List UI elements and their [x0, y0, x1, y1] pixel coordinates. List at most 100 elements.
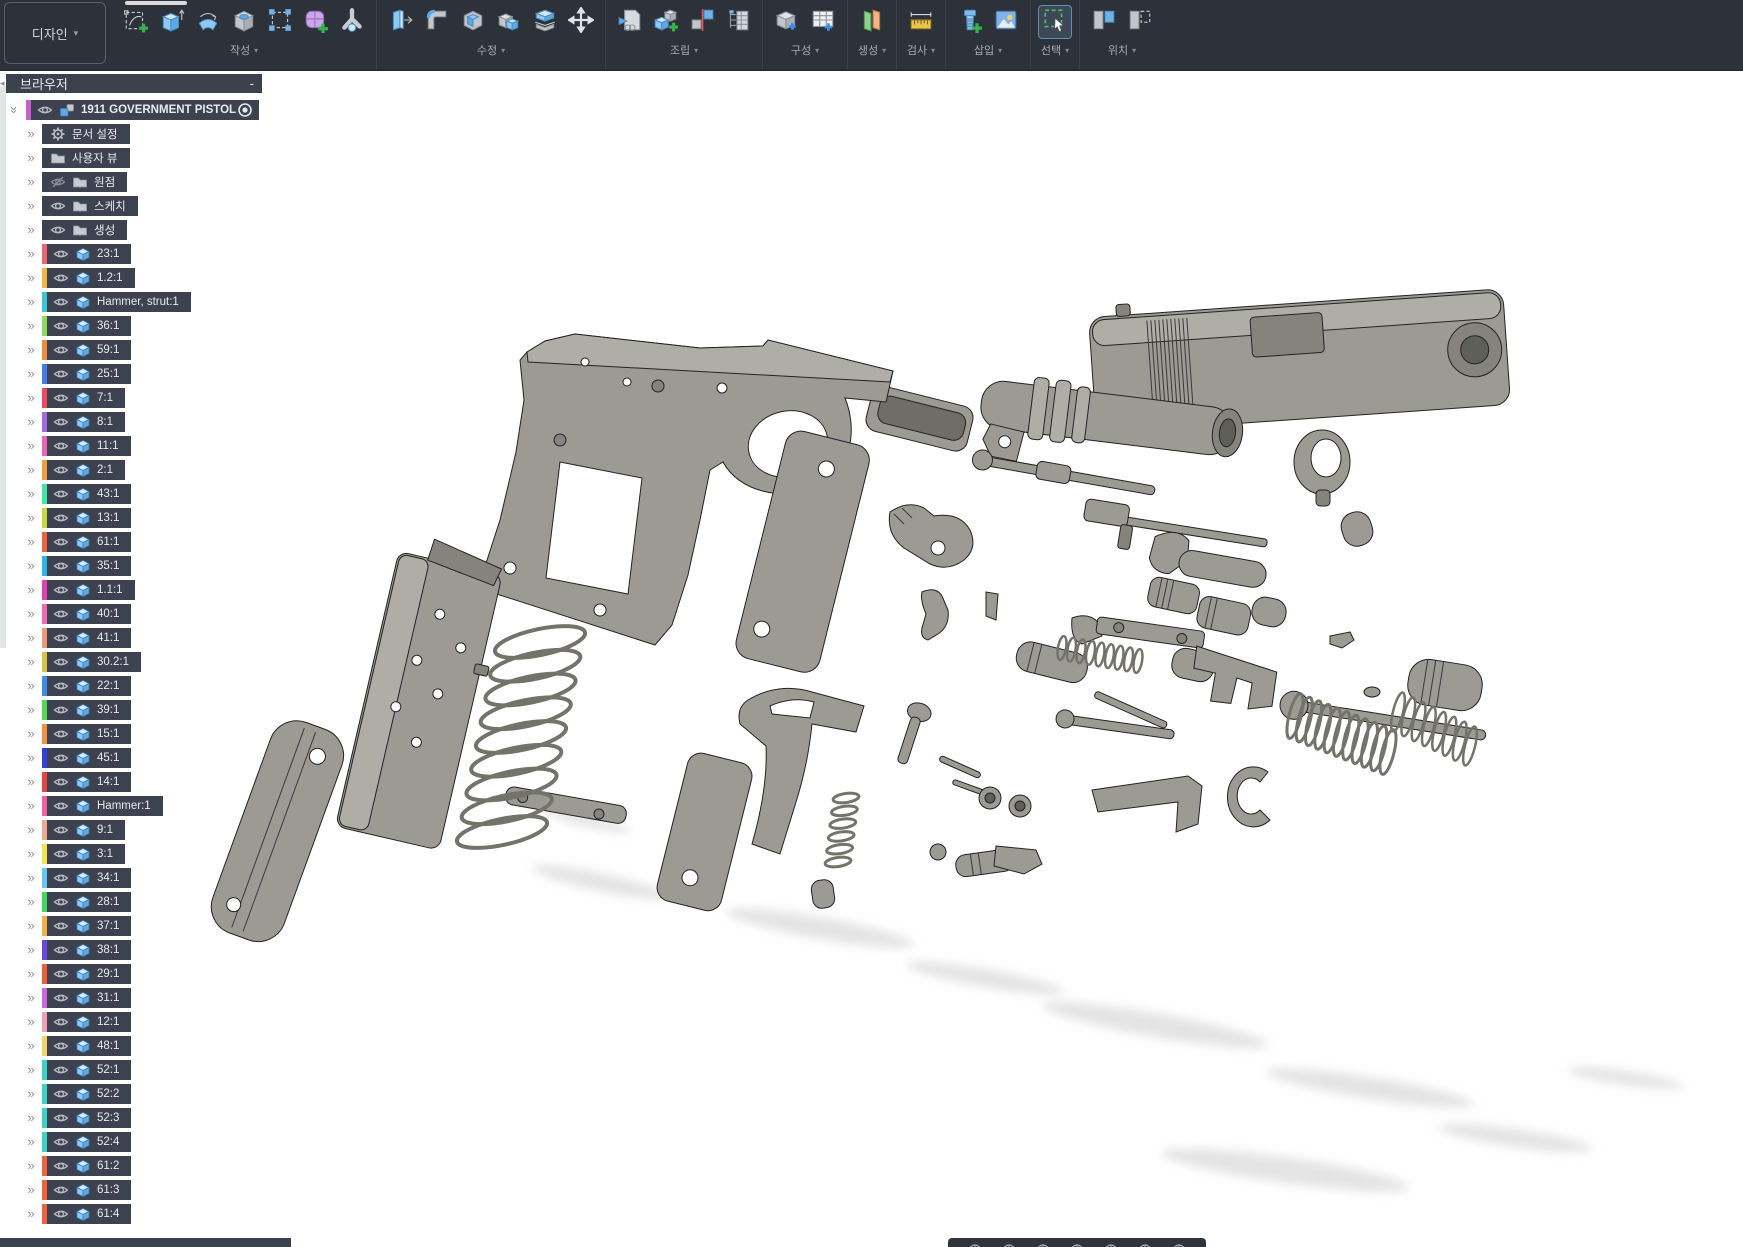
visibility-eye-icon[interactable]	[53, 1182, 69, 1198]
small-pin-part[interactable]	[1364, 687, 1380, 697]
chevron-collapsed-icon[interactable]: »	[24, 844, 38, 864]
visibility-eye-icon[interactable]	[53, 342, 69, 358]
visibility-eye-icon[interactable]	[53, 390, 69, 406]
chevron-collapsed-icon[interactable]: »	[24, 1108, 38, 1128]
tree-row-component[interactable]: »35:1	[24, 556, 131, 576]
chevron-collapsed-icon[interactable]: »	[24, 196, 38, 216]
revolve-button[interactable]	[192, 6, 224, 38]
fillet-button[interactable]	[421, 6, 453, 38]
tree-item-chip[interactable]: 문서 설정	[42, 124, 130, 144]
visibility-eye-icon[interactable]	[53, 774, 69, 790]
visibility-eye-icon[interactable]	[53, 606, 69, 622]
mainspring-housing-part[interactable]	[203, 713, 351, 949]
visibility-eye-icon[interactable]	[53, 966, 69, 982]
chevron-collapsed-icon[interactable]: »	[24, 820, 38, 840]
tree-item-chip[interactable]: 61:1	[42, 532, 131, 552]
small-wedge-part[interactable]	[1330, 632, 1354, 648]
toolbar-group-label[interactable]: 구성▾	[791, 42, 819, 58]
tree-row-component[interactable]: »Hammer:1	[24, 796, 163, 816]
small-button-part[interactable]	[930, 844, 946, 860]
tree-item-chip[interactable]: 61:4	[42, 1204, 131, 1224]
extrude-button[interactable]	[156, 6, 188, 38]
measure-button[interactable]	[905, 6, 937, 38]
barrel-link-part[interactable]	[1227, 767, 1270, 827]
press-pull-button[interactable]	[385, 6, 417, 38]
chevron-collapsed-icon[interactable]: »	[24, 940, 38, 960]
chevron-collapsed-icon[interactable]: »	[24, 124, 38, 144]
visibility-eye-icon[interactable]	[53, 1014, 69, 1030]
visibility-eye-icon[interactable]	[50, 198, 66, 214]
visibility-eye-icon[interactable]	[53, 894, 69, 910]
tree-item-chip[interactable]: 원점	[42, 172, 127, 192]
screwhead1-part[interactable]	[979, 787, 1001, 809]
chevron-collapsed-icon[interactable]: »	[24, 1084, 38, 1104]
tree-item-chip[interactable]: 29:1	[42, 964, 131, 984]
root-component-chip[interactable]: 1911 GOVERNMENT PISTOL A...	[26, 100, 259, 120]
chevron-collapsed-icon[interactable]: »	[24, 1156, 38, 1176]
joint-hierarchy-button[interactable]	[722, 6, 754, 38]
chevron-collapsed-icon[interactable]: »	[24, 340, 38, 360]
combine-button[interactable]	[493, 6, 525, 38]
activate-component-radio[interactable]	[237, 102, 253, 118]
pin-cylinder2-part[interactable]	[1195, 595, 1253, 637]
sear-spring-part[interactable]	[1182, 646, 1282, 719]
browser-panel-header[interactable]: 브라우저 -	[6, 74, 262, 93]
tree-row-component[interactable]: »13:1	[24, 508, 131, 528]
tree-item-chip[interactable]: 48:1	[42, 1036, 131, 1056]
hammer-part[interactable]	[889, 505, 973, 567]
toolbar-group-label[interactable]: 조립▾	[670, 42, 698, 58]
chevron-collapsed-icon[interactable]: »	[24, 580, 38, 600]
joint-button[interactable]	[686, 6, 718, 38]
tree-item-chip[interactable]: 40:1	[42, 604, 131, 624]
workspace-dropdown[interactable]: 디자인 ▾	[4, 2, 106, 64]
tree-row-component[interactable]: »22:1	[24, 676, 131, 696]
tree-row-component[interactable]: »59:1	[24, 340, 131, 360]
tree-row-folder[interactable]: »생성	[24, 220, 127, 240]
pipe-button[interactable]	[336, 6, 368, 38]
visibility-eye-icon[interactable]	[53, 366, 69, 382]
tree-item-chip[interactable]: 1.2:1	[42, 268, 135, 288]
tree-item-chip[interactable]: 31:1	[42, 988, 131, 1008]
tree-item-chip[interactable]: 59:1	[42, 340, 131, 360]
pan-icon[interactable]	[1002, 1240, 1016, 1247]
tree-item-chip[interactable]: 61:2	[42, 1156, 131, 1176]
tree-row-component[interactable]: »61:1	[24, 532, 131, 552]
visibility-eye-icon[interactable]	[53, 1110, 69, 1126]
tree-item-chip[interactable]: Hammer:1	[42, 796, 163, 816]
orbit-icon[interactable]	[968, 1240, 982, 1247]
visibility-eye-icon[interactable]	[53, 750, 69, 766]
toolbar-group-label[interactable]: 생성▾	[858, 42, 886, 58]
tree-row-component[interactable]: »31:1	[24, 988, 131, 1008]
visibility-eye-icon[interactable]	[53, 870, 69, 886]
grid-icon[interactable]	[1138, 1240, 1152, 1247]
ejector-bracket-part[interactable]	[1092, 776, 1202, 832]
tree-row-component[interactable]: »8:1	[24, 412, 125, 432]
tree-item-chip[interactable]: 11:1	[42, 436, 131, 456]
zoom-icon[interactable]	[1036, 1240, 1050, 1247]
chevron-collapsed-icon[interactable]: »	[24, 484, 38, 504]
chevron-collapsed-icon[interactable]: »	[24, 988, 38, 1008]
tree-row-component[interactable]: »2:1	[24, 460, 125, 480]
toolbar-group-label[interactable]: 검사▾	[907, 42, 935, 58]
chevron-collapsed-icon[interactable]: »	[24, 628, 38, 648]
tree-item-chip[interactable]: 3:1	[42, 844, 125, 864]
chevron-collapsed-icon[interactable]: »	[24, 316, 38, 336]
chevron-collapsed-icon[interactable]: »	[24, 460, 38, 480]
visibility-eye-off-icon[interactable]	[50, 174, 66, 190]
visibility-eye-icon[interactable]	[53, 582, 69, 598]
viewport-3d-model[interactable]	[0, 70, 1743, 1247]
visibility-eye-icon[interactable]	[53, 822, 69, 838]
screw-part[interactable]	[891, 700, 933, 767]
chevron-collapsed-icon[interactable]: »	[24, 1204, 38, 1224]
insert-derive-button[interactable]	[614, 6, 646, 38]
tree-row-component[interactable]: »14:1	[24, 772, 131, 792]
tree-item-chip[interactable]: 1.1:1	[42, 580, 135, 600]
tree-item-chip[interactable]: 9:1	[42, 820, 125, 840]
visibility-eye-icon[interactable]	[53, 438, 69, 454]
tree-row-component[interactable]: »36:1	[24, 316, 131, 336]
display-settings-icon[interactable]	[1104, 1240, 1118, 1247]
tree-row-component[interactable]: »1.2:1	[24, 268, 135, 288]
generative-design-button[interactable]	[856, 6, 888, 38]
chevron-collapsed-icon[interactable]: »	[24, 436, 38, 456]
tree-row-folder[interactable]: »문서 설정	[24, 124, 130, 144]
